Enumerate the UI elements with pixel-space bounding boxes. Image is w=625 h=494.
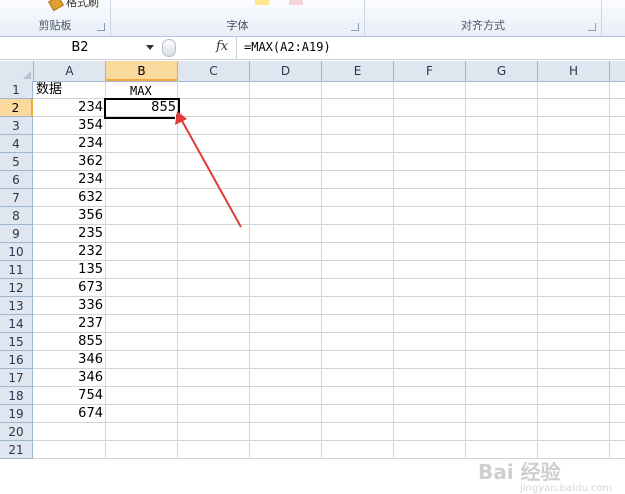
- row-header-7[interactable]: 7: [0, 189, 33, 207]
- column-header-d[interactable]: D: [250, 61, 322, 81]
- name-box-dropdown-icon[interactable]: [146, 45, 154, 50]
- column-header-g[interactable]: G: [466, 61, 538, 81]
- cell-a10[interactable]: 232: [34, 243, 103, 261]
- row-header-14[interactable]: 14: [0, 315, 33, 333]
- row-header-19[interactable]: 19: [0, 405, 33, 423]
- clipboard-launcher-icon[interactable]: [97, 23, 105, 31]
- row-header-8[interactable]: 8: [0, 207, 33, 225]
- cell-a2[interactable]: 234: [34, 99, 103, 117]
- column-header-a[interactable]: A: [34, 61, 106, 81]
- row-header-20[interactable]: 20: [0, 423, 33, 441]
- column-gridline: [609, 81, 610, 459]
- cell-a5[interactable]: 362: [34, 153, 103, 171]
- row-header-16[interactable]: 16: [0, 351, 33, 369]
- row-header-17[interactable]: 17: [0, 369, 33, 387]
- annotation-arrow-shaft: [180, 118, 242, 228]
- cell-a11[interactable]: 135: [34, 261, 103, 279]
- alignment-launcher-icon[interactable]: [588, 23, 596, 31]
- name-box[interactable]: B2: [1, 39, 159, 56]
- cell-a16[interactable]: 346: [34, 351, 103, 369]
- column-header-e[interactable]: E: [322, 61, 394, 81]
- cell-a8[interactable]: 356: [34, 207, 103, 225]
- row-header-5[interactable]: 5: [0, 153, 33, 171]
- font-launcher-icon[interactable]: [351, 23, 359, 31]
- cell-a18[interactable]: 754: [34, 387, 103, 405]
- row-header-13[interactable]: 13: [0, 297, 33, 315]
- select-all-icon: [23, 71, 31, 79]
- column-header-c[interactable]: C: [178, 61, 250, 81]
- column-gridline: [393, 81, 394, 459]
- row-header-2[interactable]: 2: [0, 99, 33, 117]
- select-all-corner[interactable]: [0, 61, 34, 81]
- row-header-21[interactable]: 21: [0, 441, 33, 459]
- row-header-15[interactable]: 15: [0, 333, 33, 351]
- column-gridline: [249, 81, 250, 459]
- column-gridline: [321, 81, 322, 459]
- column-header-b[interactable]: B: [106, 61, 178, 81]
- alignment-group: 对齐方式: [365, 0, 602, 36]
- row-header-1[interactable]: 1: [0, 81, 33, 99]
- row-header-12[interactable]: 12: [0, 279, 33, 297]
- row-header-4[interactable]: 4: [0, 135, 33, 153]
- cell-a4[interactable]: 234: [34, 135, 103, 153]
- formula-input[interactable]: =MAX(A2:A19): [244, 40, 331, 54]
- row-header-6[interactable]: 6: [0, 171, 33, 189]
- ribbon: 格式刷 剪贴板 字体 对齐方式: [0, 0, 625, 37]
- clipboard-group-label: 剪贴板: [38, 19, 72, 32]
- cell-a1[interactable]: 数据: [36, 81, 62, 99]
- alignment-group-label: 对齐方式: [461, 19, 505, 32]
- row-header-3[interactable]: 3: [0, 117, 33, 135]
- column-gridline: [537, 81, 538, 459]
- formula-bar-splitter[interactable]: [162, 39, 176, 57]
- row-header-11[interactable]: 11: [0, 261, 33, 279]
- cell-a12[interactable]: 673: [34, 279, 103, 297]
- column-gridline: [177, 81, 178, 459]
- worksheet-grid[interactable]: A B C D E F G H 1 2 3 4 5 6 7 8 9 10 11 12 13 14 15 16 1…: [0, 61, 625, 494]
- cell-a15[interactable]: 855: [34, 333, 103, 351]
- row-header-18[interactable]: 18: [0, 387, 33, 405]
- row-header-10[interactable]: 10: [0, 243, 33, 261]
- cell-a14[interactable]: 237: [34, 315, 103, 333]
- cell-a6[interactable]: 234: [34, 171, 103, 189]
- clipboard-group: 剪贴板: [0, 0, 111, 36]
- column-header-f[interactable]: F: [394, 61, 466, 81]
- insert-function-button[interactable]: fx: [216, 39, 228, 54]
- fill-handle[interactable]: [175, 114, 182, 121]
- cell-a19[interactable]: 674: [34, 405, 103, 423]
- cell-a3[interactable]: 354: [34, 117, 103, 135]
- cell-a7[interactable]: 632: [34, 189, 103, 207]
- formula-separator: [236, 37, 237, 59]
- cell-a13[interactable]: 336: [34, 297, 103, 315]
- column-gridline: [105, 81, 106, 459]
- column-gridline: [465, 81, 466, 459]
- column-header-h[interactable]: H: [538, 61, 610, 81]
- watermark-logo: Bai 经验: [478, 460, 561, 484]
- row-header-9[interactable]: 9: [0, 225, 33, 243]
- column-header-overflow[interactable]: [610, 61, 625, 81]
- active-cell-border: [104, 98, 180, 119]
- font-group: 字体: [111, 0, 365, 36]
- watermark-url: jingyan.baidu.com: [520, 483, 613, 494]
- column-header-row: A B C D E F G H: [0, 61, 625, 82]
- cell-a9[interactable]: 235: [34, 225, 103, 243]
- formula-bar: B2 fx =MAX(A2:A19): [0, 37, 625, 60]
- font-group-label: 字体: [226, 19, 249, 32]
- cell-a17[interactable]: 346: [34, 369, 103, 387]
